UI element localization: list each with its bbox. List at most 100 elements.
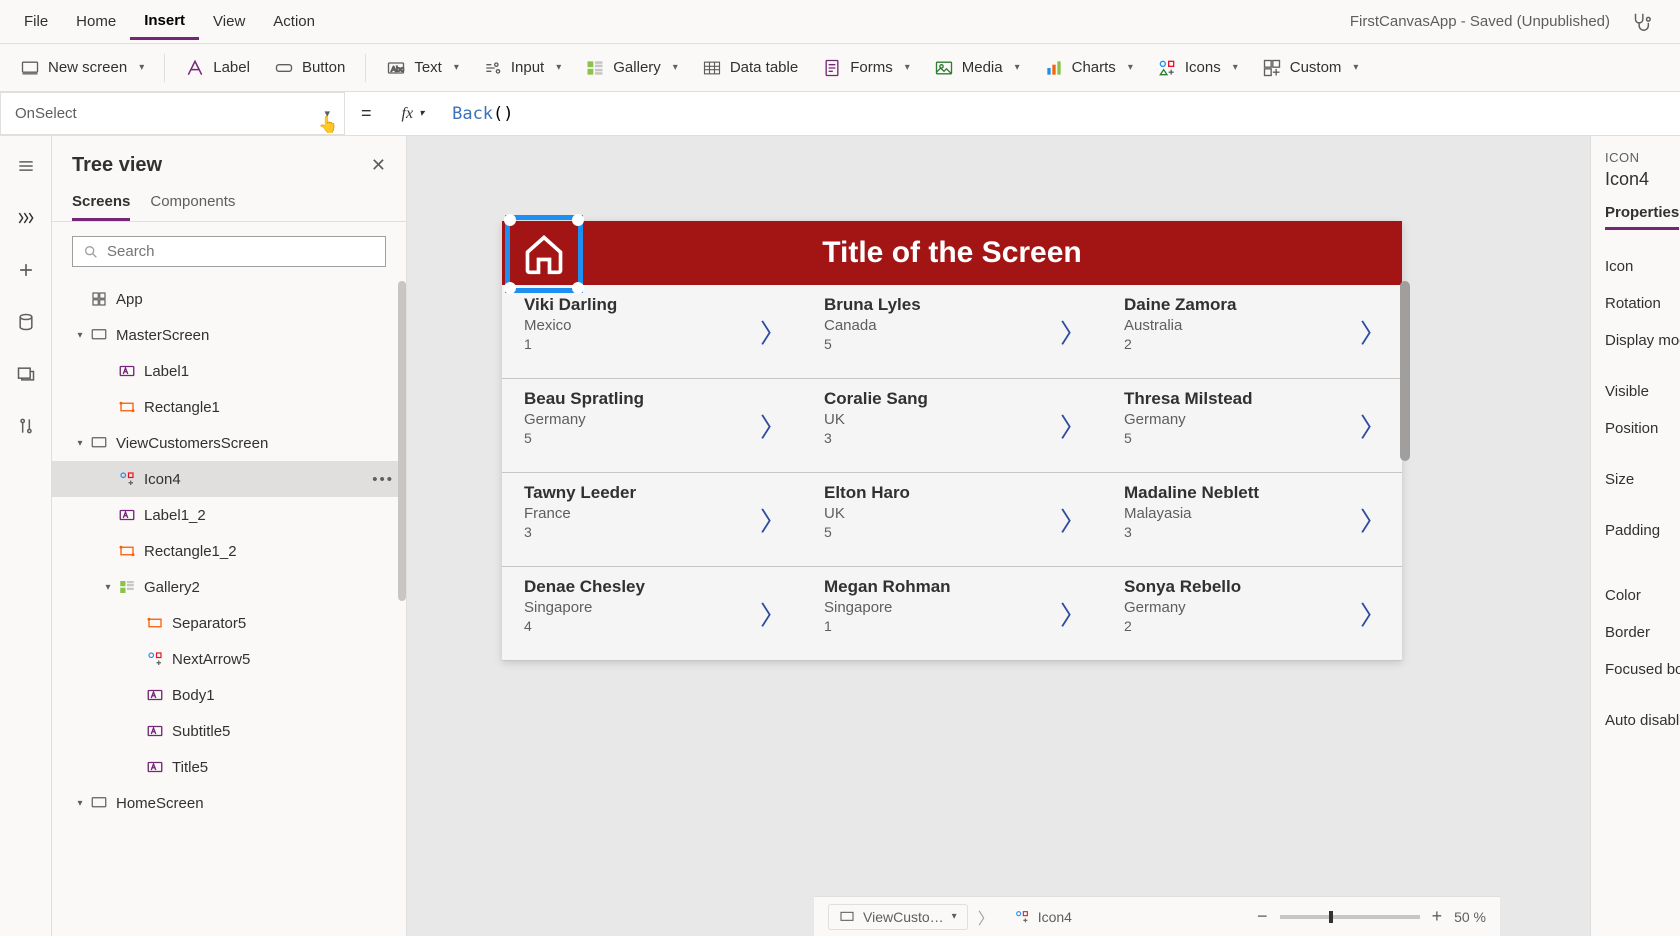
label-button[interactable]: Label — [175, 52, 260, 84]
media-rail-icon[interactable] — [14, 362, 38, 386]
tree-node[interactable]: Subtitle5 — [52, 713, 406, 749]
screen-title: Title of the Screen — [502, 236, 1402, 270]
fx-button[interactable]: fx ▾ — [388, 105, 439, 123]
chevron-right-icon[interactable]: 〉 — [1060, 501, 1086, 538]
prop-row[interactable]: Position — [1605, 410, 1680, 447]
chevron-right-icon[interactable]: 〉 — [760, 595, 786, 632]
data-table-button[interactable]: Data table — [692, 52, 808, 84]
custom-button[interactable]: Custom — [1252, 52, 1369, 84]
breadcrumb-element[interactable]: Icon4 — [1004, 905, 1082, 929]
chevron-right-icon[interactable]: 〉 — [760, 313, 786, 350]
search-box[interactable] — [72, 236, 386, 267]
advanced-tools-icon[interactable] — [14, 414, 38, 438]
gallery-cell[interactable]: Daine ZamoraAustralia2〉 — [1102, 285, 1402, 379]
tree-view-icon[interactable] — [14, 206, 38, 230]
gallery-cell[interactable]: Sonya RebelloGermany2〉 — [1102, 567, 1402, 661]
text-button[interactable]: Abc Text — [376, 52, 469, 84]
gallery-cell[interactable]: Beau SpratlingGermany5〉 — [502, 379, 802, 473]
prop-row[interactable]: Border — [1605, 614, 1680, 651]
gallery-scrollbar[interactable] — [1400, 281, 1410, 461]
charts-button[interactable]: Charts — [1034, 52, 1143, 84]
gallery-cell[interactable]: Coralie SangUK3〉 — [802, 379, 1102, 473]
tree-node[interactable]: NextArrow5 — [52, 641, 406, 677]
node-icon — [144, 722, 166, 740]
hamburger-icon[interactable] — [14, 154, 38, 178]
zoom-slider[interactable] — [1280, 915, 1420, 919]
gallery-cell[interactable]: Madaline NeblettMalayasia3〉 — [1102, 473, 1402, 567]
prop-row[interactable]: Display mode — [1605, 322, 1680, 359]
menu-insert[interactable]: Insert — [130, 4, 199, 40]
tree-node[interactable]: Label1 — [52, 353, 406, 389]
chevron-right-icon[interactable]: 〉 — [760, 407, 786, 444]
menu-home[interactable]: Home — [62, 5, 130, 38]
search-input[interactable] — [107, 243, 375, 260]
zoom-out-button[interactable]: − — [1257, 906, 1268, 927]
chevron-right-icon[interactable]: 〉 — [1360, 313, 1386, 350]
gallery-cell[interactable]: Elton HaroUK5〉 — [802, 473, 1102, 567]
gallery-cell[interactable]: Thresa MilsteadGermany5〉 — [1102, 379, 1402, 473]
tree-node[interactable]: Icon4••• — [52, 461, 406, 497]
resize-handle[interactable] — [572, 214, 584, 226]
prop-row[interactable]: Visible — [1605, 373, 1680, 410]
tree-node[interactable]: Label1_2 — [52, 497, 406, 533]
tree-node[interactable]: Separator5 — [52, 605, 406, 641]
breadcrumb-screen[interactable]: ViewCusto… ▾ — [828, 904, 968, 930]
property-selector[interactable]: OnSelect ▾ 👆 — [0, 92, 345, 135]
tree-node[interactable]: ▾ViewCustomersScreen — [52, 425, 406, 461]
chevron-right-icon[interactable]: 〉 — [1060, 313, 1086, 350]
tree-node[interactable]: ▾Gallery2 — [52, 569, 406, 605]
cell-name: Viki Darling — [524, 295, 780, 315]
prop-row[interactable]: Rotation — [1605, 285, 1680, 322]
chevron-right-icon[interactable]: 〉 — [1360, 407, 1386, 444]
prop-row[interactable]: Padding — [1605, 512, 1680, 549]
tree-node[interactable]: App — [52, 281, 406, 317]
gallery-button[interactable]: Gallery — [575, 52, 688, 84]
app-checker-icon[interactable] — [1630, 11, 1670, 33]
gallery-cell[interactable]: Denae ChesleySingapore4〉 — [502, 567, 802, 661]
gallery-cell[interactable]: Megan RohmanSingapore1〉 — [802, 567, 1102, 661]
tree-node[interactable]: Title5 — [52, 749, 406, 785]
chevron-right-icon[interactable]: 〉 — [760, 501, 786, 538]
prop-row[interactable]: Size — [1605, 461, 1680, 498]
input-button[interactable]: Input — [473, 52, 571, 84]
selected-home-icon[interactable] — [505, 215, 583, 293]
gallery-cell[interactable]: Viki DarlingMexico1〉 — [502, 285, 802, 379]
tree-node[interactable]: Rectangle1 — [52, 389, 406, 425]
tree-node[interactable]: Rectangle1_2 — [52, 533, 406, 569]
menu-view[interactable]: View — [199, 5, 259, 38]
resize-handle[interactable] — [504, 214, 516, 226]
prop-row[interactable]: Icon — [1605, 248, 1680, 285]
chevron-right-icon[interactable]: 〉 — [1060, 407, 1086, 444]
tree-node[interactable]: ▾HomeScreen — [52, 785, 406, 821]
button-button[interactable]: Button — [264, 52, 355, 84]
media-button[interactable]: Media — [924, 52, 1030, 84]
canvas-area[interactable]: Title of the Screen Viki DarlingMexico1〉… — [407, 136, 1590, 936]
tree-node[interactable]: ▾MasterScreen — [52, 317, 406, 353]
formula-input[interactable]: Back() — [438, 104, 1680, 124]
tab-properties[interactable]: Properties — [1605, 204, 1679, 230]
chevron-right-icon[interactable]: 〉 — [1060, 595, 1086, 632]
tree-view-title: Tree view — [72, 154, 162, 177]
tab-components[interactable]: Components — [150, 193, 235, 221]
prop-row[interactable]: Color — [1605, 577, 1680, 614]
chevron-right-icon[interactable]: 〉 — [1360, 501, 1386, 538]
data-rail-icon[interactable] — [14, 310, 38, 334]
chevron-right-icon[interactable]: 〉 — [1360, 595, 1386, 632]
menu-file[interactable]: File — [10, 5, 62, 38]
tab-screens[interactable]: Screens — [72, 193, 130, 221]
gallery-cell[interactable]: Bruna LylesCanada5〉 — [802, 285, 1102, 379]
tree-node[interactable]: Body1 — [52, 677, 406, 713]
zoom-in-button[interactable]: + — [1432, 906, 1443, 927]
menu-action[interactable]: Action — [259, 5, 329, 38]
node-label: MasterScreen — [116, 327, 209, 344]
prop-row[interactable]: Auto disable — [1605, 702, 1680, 739]
forms-button[interactable]: Forms — [812, 52, 920, 84]
close-icon[interactable]: ✕ — [371, 155, 386, 176]
new-screen-button[interactable]: New screen — [10, 52, 154, 84]
insert-rail-icon[interactable] — [14, 258, 38, 282]
gallery-cell[interactable]: Tawny LeederFrance3〉 — [502, 473, 802, 567]
icons-button[interactable]: Icons — [1147, 52, 1248, 84]
prop-row[interactable]: Focused border — [1605, 651, 1680, 688]
more-icon[interactable]: ••• — [372, 471, 394, 488]
tree-scrollbar[interactable] — [398, 281, 406, 601]
